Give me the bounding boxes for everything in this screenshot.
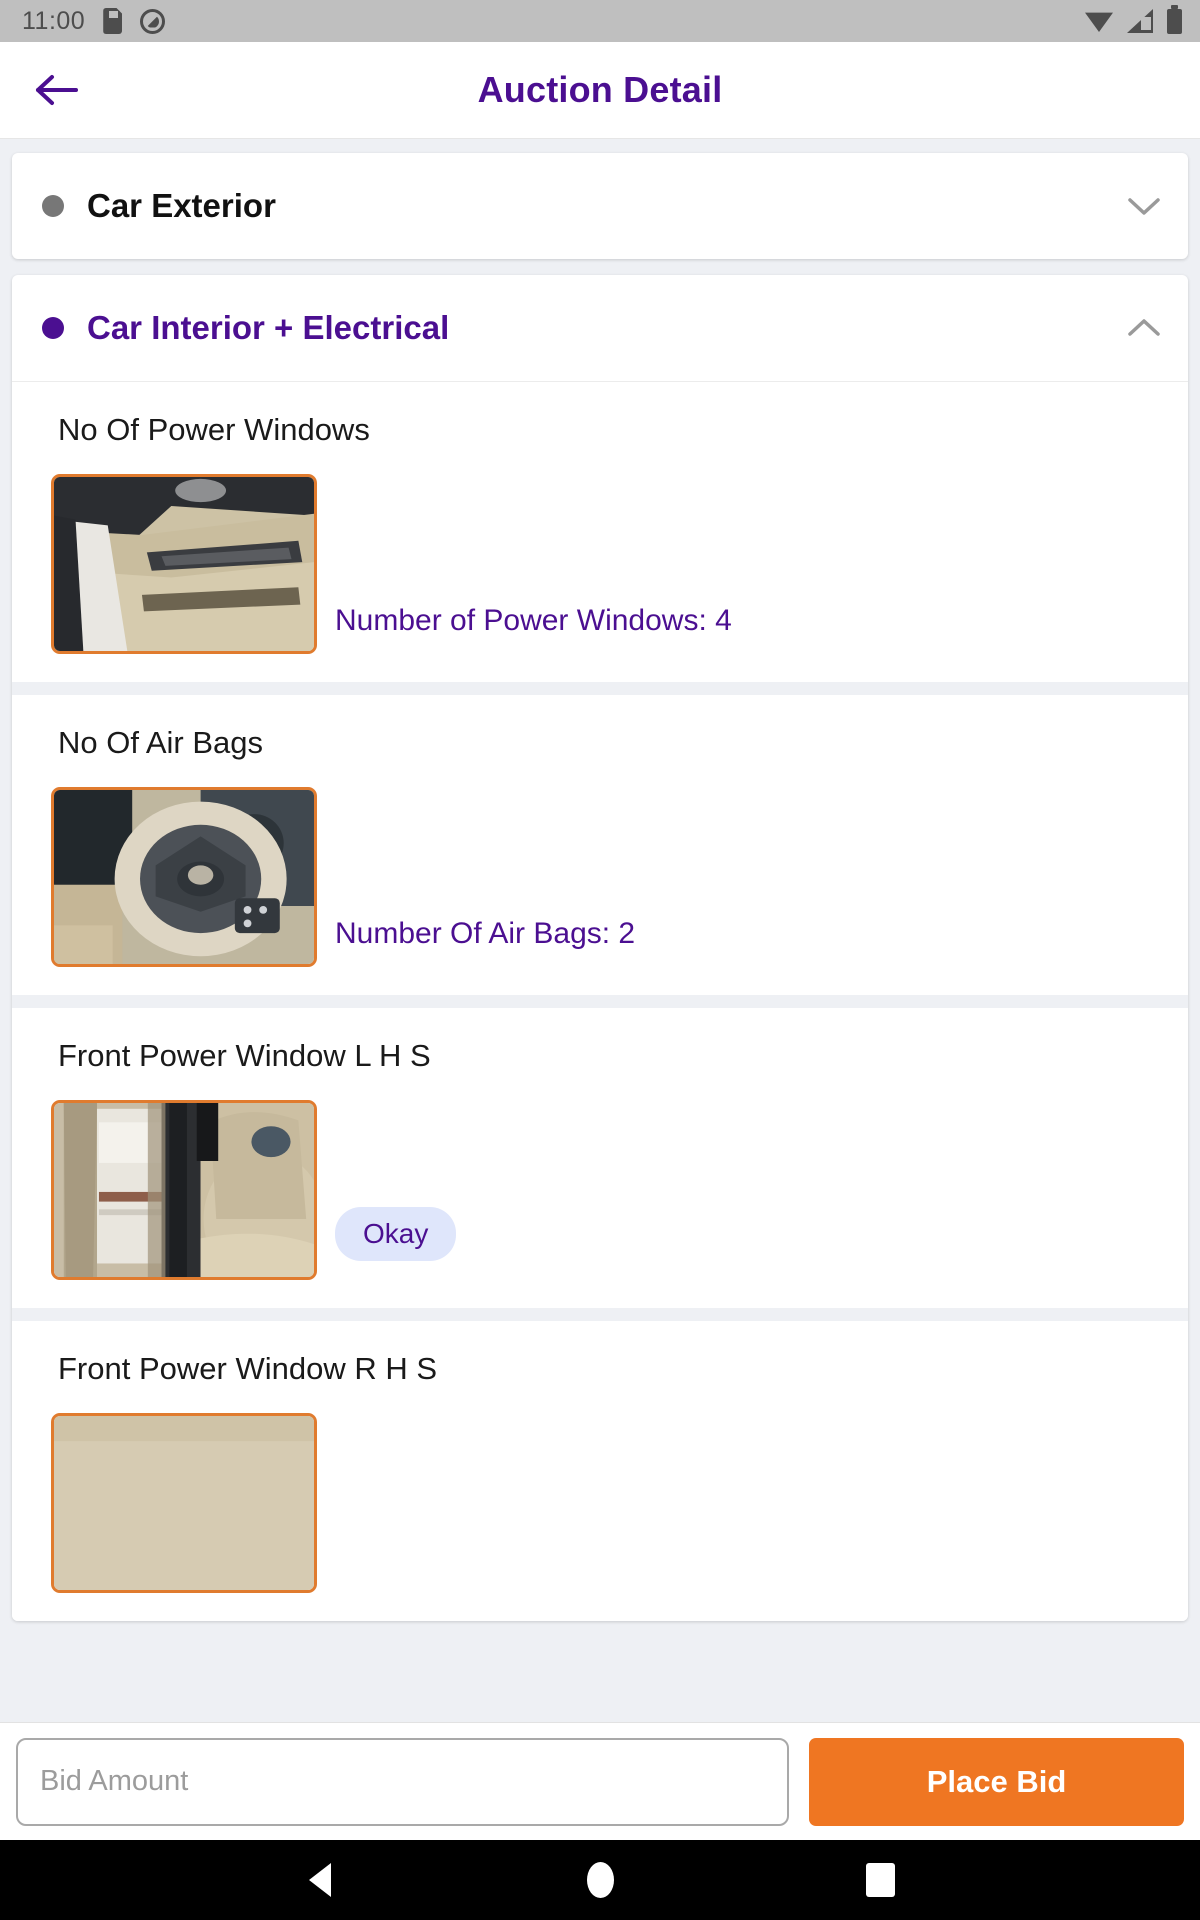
bid-amount-input[interactable] bbox=[16, 1737, 789, 1826]
inspection-item: No Of Air Bags Number Of Air Bags: 2 bbox=[12, 695, 1188, 995]
android-nav-bar bbox=[0, 1840, 1200, 1920]
status-bar: 11:00 bbox=[0, 0, 1200, 42]
bid-bar: Place Bid bbox=[0, 1722, 1200, 1840]
inspection-item-row: Number Of Air Bags: 2 bbox=[12, 787, 1188, 967]
accordion-header-car-interior-electrical[interactable]: Car Interior + Electrical bbox=[12, 275, 1188, 381]
chevron-up-icon[interactable] bbox=[1126, 316, 1162, 340]
accordion-section-car-interior-electrical: Car Interior + Electrical No Of Power Wi… bbox=[12, 275, 1188, 1621]
car-interior-photo[interactable] bbox=[51, 1413, 317, 1593]
do-not-disturb-icon bbox=[140, 8, 166, 34]
inspection-item-label: No Of Power Windows bbox=[58, 412, 370, 447]
accordion-body: No Of Power Windows Number of Power Wind… bbox=[12, 381, 1188, 1621]
cellular-signal-icon bbox=[1127, 9, 1153, 33]
status-bar-left: 11:00 bbox=[22, 6, 166, 36]
inspection-item-row: Number of Power Windows: 4 bbox=[12, 474, 1188, 654]
car-door-panel-photo[interactable] bbox=[51, 474, 317, 654]
inspection-item-row: Okay bbox=[12, 1100, 1188, 1280]
inspection-item: Front Power Window L H S Okay bbox=[12, 1008, 1188, 1308]
battery-icon bbox=[1167, 4, 1182, 34]
status-clock: 11:00 bbox=[22, 6, 86, 35]
status-bar-right bbox=[1085, 4, 1182, 34]
accordion-section-car-exterior: Car Exterior bbox=[12, 153, 1188, 259]
inspection-item-label: Front Power Window R H S bbox=[58, 1351, 437, 1386]
app-bar: Auction Detail bbox=[0, 42, 1200, 139]
section-title: Car Exterior bbox=[87, 187, 276, 224]
section-title: Car Interior + Electrical bbox=[87, 309, 450, 346]
sd-card-icon bbox=[103, 8, 123, 34]
inspection-item: No Of Power Windows Number of Power Wind… bbox=[12, 382, 1188, 682]
app-screen: 11:00 Auction Detail Car Exterior Car In… bbox=[0, 0, 1200, 1920]
section-bullet-icon bbox=[42, 195, 64, 217]
inspection-item-label: No Of Air Bags bbox=[58, 725, 264, 760]
car-seats-photo[interactable] bbox=[51, 1100, 317, 1280]
wifi-icon bbox=[1085, 12, 1113, 32]
section-bullet-icon bbox=[42, 317, 64, 339]
accordion-header-car-exterior[interactable]: Car Exterior bbox=[12, 153, 1188, 259]
chevron-down-icon[interactable] bbox=[1126, 194, 1162, 218]
inspection-item: Front Power Window R H S bbox=[12, 1321, 1188, 1621]
back-button[interactable] bbox=[14, 72, 100, 108]
nav-back-icon[interactable] bbox=[275, 1850, 365, 1910]
nav-home-icon[interactable] bbox=[555, 1850, 645, 1910]
nav-recents-icon[interactable] bbox=[835, 1850, 925, 1910]
inspection-item-row bbox=[12, 1413, 1188, 1593]
steering-wheel-photo[interactable] bbox=[51, 787, 317, 967]
content-scroll-area[interactable]: Car Exterior Car Interior + Electrical N… bbox=[0, 139, 1200, 1722]
inspection-item-value: Number Of Air Bags: 2 bbox=[335, 917, 636, 950]
inspection-item-value: Number of Power Windows: 4 bbox=[335, 604, 732, 637]
inspection-item-label: Front Power Window L H S bbox=[58, 1038, 431, 1073]
page-title: Auction Detail bbox=[477, 69, 723, 110]
place-bid-button[interactable]: Place Bid bbox=[809, 1737, 1184, 1826]
status-badge[interactable]: Okay bbox=[335, 1207, 457, 1261]
